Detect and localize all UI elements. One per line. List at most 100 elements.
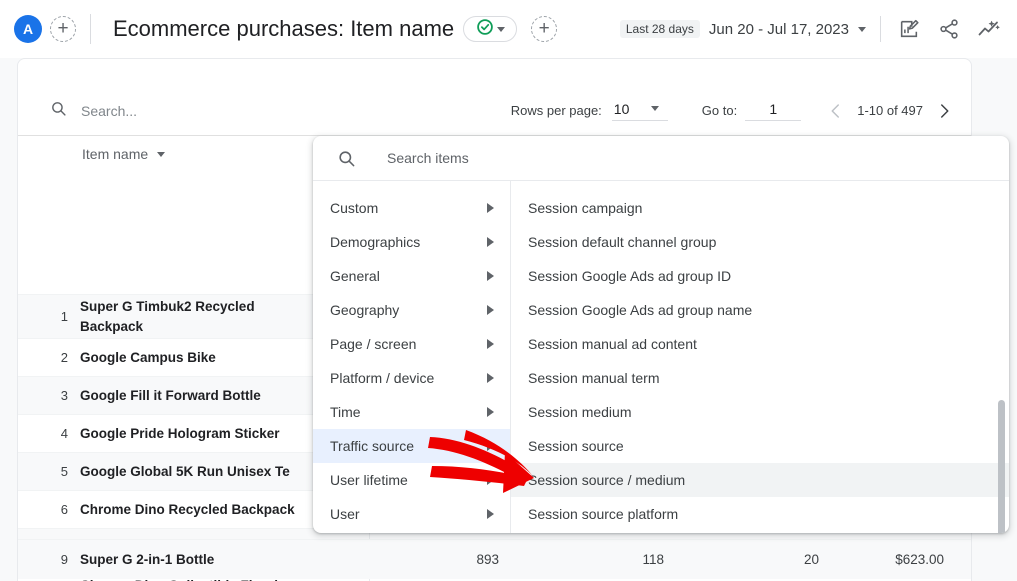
panel-category-time[interactable]: Time: [313, 395, 510, 429]
insights-icon[interactable]: [977, 17, 1001, 41]
dimension-item[interactable]: Session source platform: [511, 497, 1009, 531]
chevron-right-icon: [487, 475, 494, 485]
category-label: Geography: [330, 302, 487, 318]
category-label: Time: [330, 404, 487, 420]
go-to-input[interactable]: 1: [745, 101, 801, 121]
date-preset-chip: Last 28 days: [620, 20, 700, 38]
table-toolbar: Search... Rows per page: 10 Go to: 1 1-1…: [18, 86, 971, 136]
top-header-bar: A + Ecommerce purchases: Item name + Las…: [0, 0, 1017, 58]
table-row[interactable]: 9 Super G 2-in-1 Bottle 893 118 20 $623.…: [18, 539, 971, 579]
row-rank: 3: [18, 388, 80, 403]
panel-category-user[interactable]: User: [313, 497, 510, 531]
vertical-scrollbar[interactable]: [998, 400, 1005, 533]
chevron-right-icon: [487, 407, 494, 417]
panel-category-list: Custom Demographics General Geography Pa…: [313, 181, 511, 533]
ga4-report-page: A + Ecommerce purchases: Item name + Las…: [0, 0, 1017, 581]
row-item-name[interactable]: Chrome Dino Recycled Backpack: [80, 500, 295, 520]
category-label: User lifetime: [330, 472, 487, 488]
header-divider-2: [880, 16, 881, 42]
search-placeholder: Search...: [81, 103, 137, 119]
search-input[interactable]: Search...: [50, 100, 137, 122]
category-label: User: [330, 506, 487, 522]
dimension-item[interactable]: Session campaign: [511, 191, 1009, 225]
chevron-right-icon: [487, 373, 494, 383]
chevron-down-icon[interactable]: [858, 27, 866, 32]
panel-category-platform-device[interactable]: Platform / device: [313, 361, 510, 395]
rows-per-page-value: 10: [614, 101, 630, 117]
metric-items-purchased: 20: [664, 552, 819, 567]
chevron-down-icon: [651, 106, 659, 111]
panel-category-general[interactable]: General: [313, 259, 510, 293]
add-comparison-button[interactable]: +: [531, 16, 557, 42]
dimension-item[interactable]: Session manual term: [511, 361, 1009, 395]
chevron-right-icon: [487, 271, 494, 281]
row-rank: 6: [18, 502, 80, 517]
row-rank: 1: [18, 309, 80, 324]
page-count-label: 1-10 of 497: [857, 103, 923, 118]
panel-columns: Custom Demographics General Geography Pa…: [313, 181, 1009, 533]
chevron-right-icon: [487, 509, 494, 519]
rows-per-page-label: Rows per page:: [511, 103, 602, 118]
metric-items-viewed: 893: [369, 552, 499, 567]
panel-category-geography[interactable]: Geography: [313, 293, 510, 327]
row-rank: 2: [18, 350, 80, 365]
chevron-right-icon: [487, 203, 494, 213]
row-item-name[interactable]: Google Pride Hologram Sticker: [80, 424, 280, 444]
category-label: Page / screen: [330, 336, 487, 352]
dimension-item[interactable]: Session source: [511, 429, 1009, 463]
dimension-item[interactable]: Session medium: [511, 395, 1009, 429]
add-account-button[interactable]: +: [50, 16, 76, 42]
date-range-label[interactable]: Jun 20 - Jul 17, 2023: [709, 21, 849, 38]
chevron-down-icon[interactable]: [157, 152, 165, 157]
panel-search-input[interactable]: Search items: [313, 136, 1009, 181]
category-label: Custom: [330, 200, 487, 216]
share-icon[interactable]: [937, 17, 961, 41]
verified-check-icon: [476, 18, 494, 41]
column-header-label: Item name: [82, 146, 148, 162]
search-icon: [337, 149, 356, 168]
panel-category-page-screen[interactable]: Page / screen: [313, 327, 510, 361]
category-label: General: [330, 268, 487, 284]
panel-category-user-lifetime[interactable]: User lifetime: [313, 463, 510, 497]
metric-items-added-to-cart: 118: [499, 552, 664, 567]
chevron-right-icon: [487, 305, 494, 315]
chevron-right-icon: [487, 441, 494, 451]
dimension-item[interactable]: Session default channel group: [511, 225, 1009, 259]
dimension-item[interactable]: Session Google Ads ad group ID: [511, 259, 1009, 293]
page-title: Ecommerce purchases: Item name: [113, 16, 454, 42]
row-rank: 5: [18, 464, 80, 479]
go-to-label: Go to:: [702, 103, 737, 118]
category-label: Demographics: [330, 234, 487, 250]
panel-category-custom[interactable]: Custom: [313, 191, 510, 225]
category-label: Platform / device: [330, 370, 487, 386]
search-icon: [50, 100, 67, 122]
row-item-name[interactable]: Google Fill it Forward Bottle: [80, 386, 261, 406]
chevron-right-icon: [487, 237, 494, 247]
avatar[interactable]: A: [14, 15, 42, 43]
panel-category-demographics[interactable]: Demographics: [313, 225, 510, 259]
dimension-picker-panel: Search items Custom Demographics General…: [313, 136, 1009, 533]
dimension-item-session-source-medium[interactable]: Session source / medium: [511, 463, 1009, 497]
panel-category-traffic-source[interactable]: Traffic source: [313, 429, 510, 463]
row-item-name[interactable]: Super G Timbuk2 Recycled Backpack: [80, 297, 270, 336]
rows-per-page-select[interactable]: 10: [612, 101, 668, 121]
dimension-item[interactable]: Session manual ad content: [511, 327, 1009, 361]
chevron-right-icon: [487, 339, 494, 349]
row-item-name[interactable]: Super G 2-in-1 Bottle: [80, 550, 214, 570]
row-rank: 4: [18, 426, 80, 441]
row-name-cell: 9 Super G 2-in-1 Bottle: [18, 550, 369, 570]
chevron-right-icon[interactable]: [931, 98, 957, 124]
verified-status-button[interactable]: [463, 16, 517, 42]
metric-item-revenue: $623.00: [819, 552, 944, 567]
row-item-name[interactable]: Google Global 5K Run Unisex Te: [80, 462, 290, 482]
chevron-left-icon[interactable]: [823, 98, 849, 124]
row-item-name[interactable]: Google Campus Bike: [80, 348, 216, 368]
chevron-down-icon: [497, 27, 505, 32]
dimension-item[interactable]: Session Google Ads ad group name: [511, 293, 1009, 327]
panel-dimension-list: Session campaign Session default channel…: [511, 181, 1009, 533]
header-divider: [90, 14, 91, 44]
column-header-item-name[interactable]: Item name: [82, 146, 165, 162]
panel-search-placeholder: Search items: [387, 150, 469, 166]
edit-chart-icon[interactable]: [897, 17, 921, 41]
row-rank: 9: [18, 552, 80, 567]
